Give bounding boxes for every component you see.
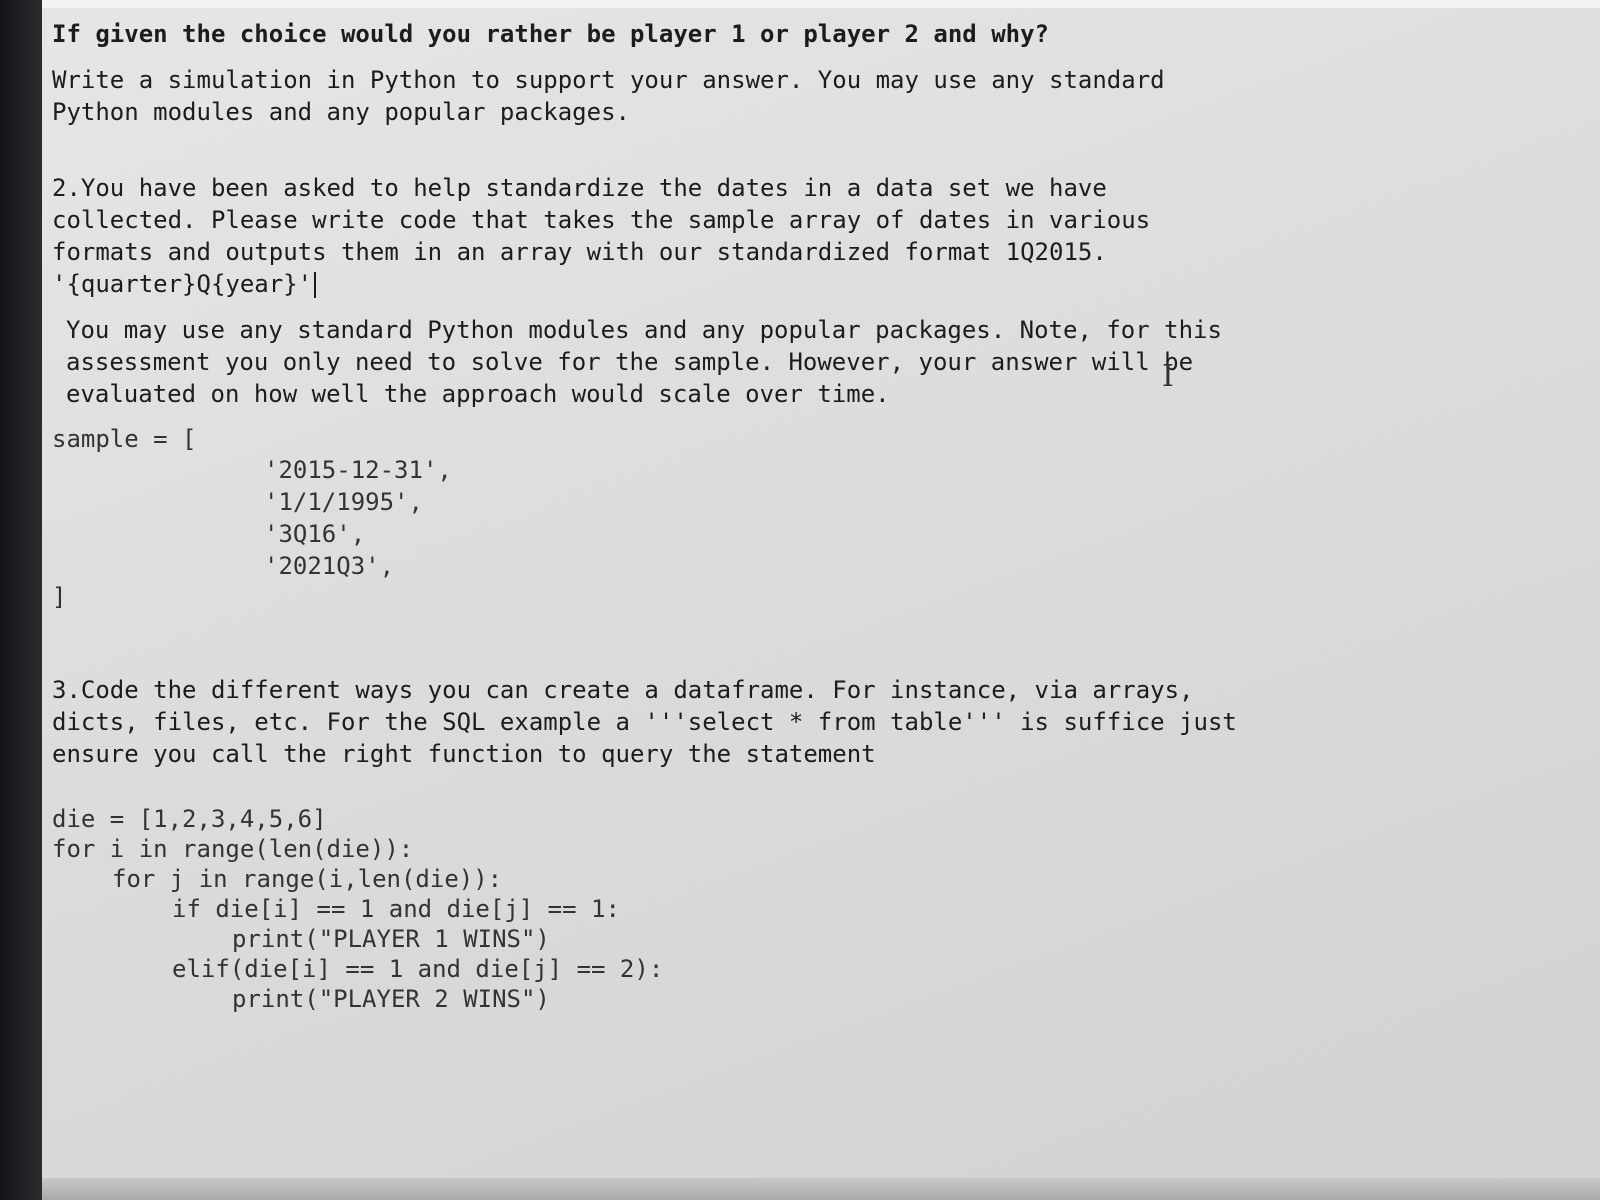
- text-cursor-icon: I: [1162, 359, 1174, 394]
- window-top-edge: [42, 0, 1600, 8]
- question1-prompt: If given the choice would you rather be …: [52, 20, 1049, 48]
- sample-item: '3Q16',: [264, 520, 366, 548]
- code-line: print("PLAYER 1 WINS"): [232, 925, 550, 953]
- document-text-area[interactable]: If given the choice would you rather be …: [52, 18, 1252, 1014]
- question2-body: 2.You have been asked to help standardiz…: [52, 172, 1252, 300]
- code-line: print("PLAYER 2 WINS"): [232, 985, 550, 1013]
- text-caret: [314, 272, 317, 298]
- code-line: die = [1,2,3,4,5,6]: [52, 805, 327, 833]
- question2-note: You may use any standard Python modules …: [66, 316, 1237, 408]
- code-line: if die[i] == 1 and die[j] == 1:: [172, 895, 620, 923]
- taskbar-edge: [42, 1178, 1600, 1200]
- sample-item: '2015-12-31',: [264, 456, 452, 484]
- question1-instructions: Write a simulation in Python to support …: [52, 66, 1180, 126]
- sample-item: '2021Q3',: [264, 552, 395, 580]
- code-line: elif(die[i] == 1 and die[j] == 2):: [172, 955, 664, 983]
- code-line: for i in range(len(die)):: [52, 835, 414, 863]
- editor-screen: If given the choice would you rather be …: [42, 0, 1600, 1200]
- monitor-bezel: [0, 0, 42, 1200]
- question3-body: 3.Code the different ways you can create…: [52, 676, 1252, 768]
- sample-open-line: sample = [: [52, 425, 197, 453]
- question2-section: 2.You have been asked to help standardiz…: [52, 172, 1252, 612]
- sample-close-line: ]: [52, 583, 67, 611]
- sample-item: '1/1/1995',: [264, 488, 423, 516]
- die-simulation-code: die = [1,2,3,4,5,6] for i in range(len(d…: [52, 804, 1252, 1014]
- sample-array-code: sample = [ '2015-12-31', '1/1/1995', '3Q…: [52, 424, 1252, 612]
- question3-section: 3.Code the different ways you can create…: [52, 674, 1252, 770]
- code-line: for j in range(i,len(die)):: [112, 865, 503, 893]
- question2-body-text: 2.You have been asked to help standardiz…: [52, 174, 1165, 298]
